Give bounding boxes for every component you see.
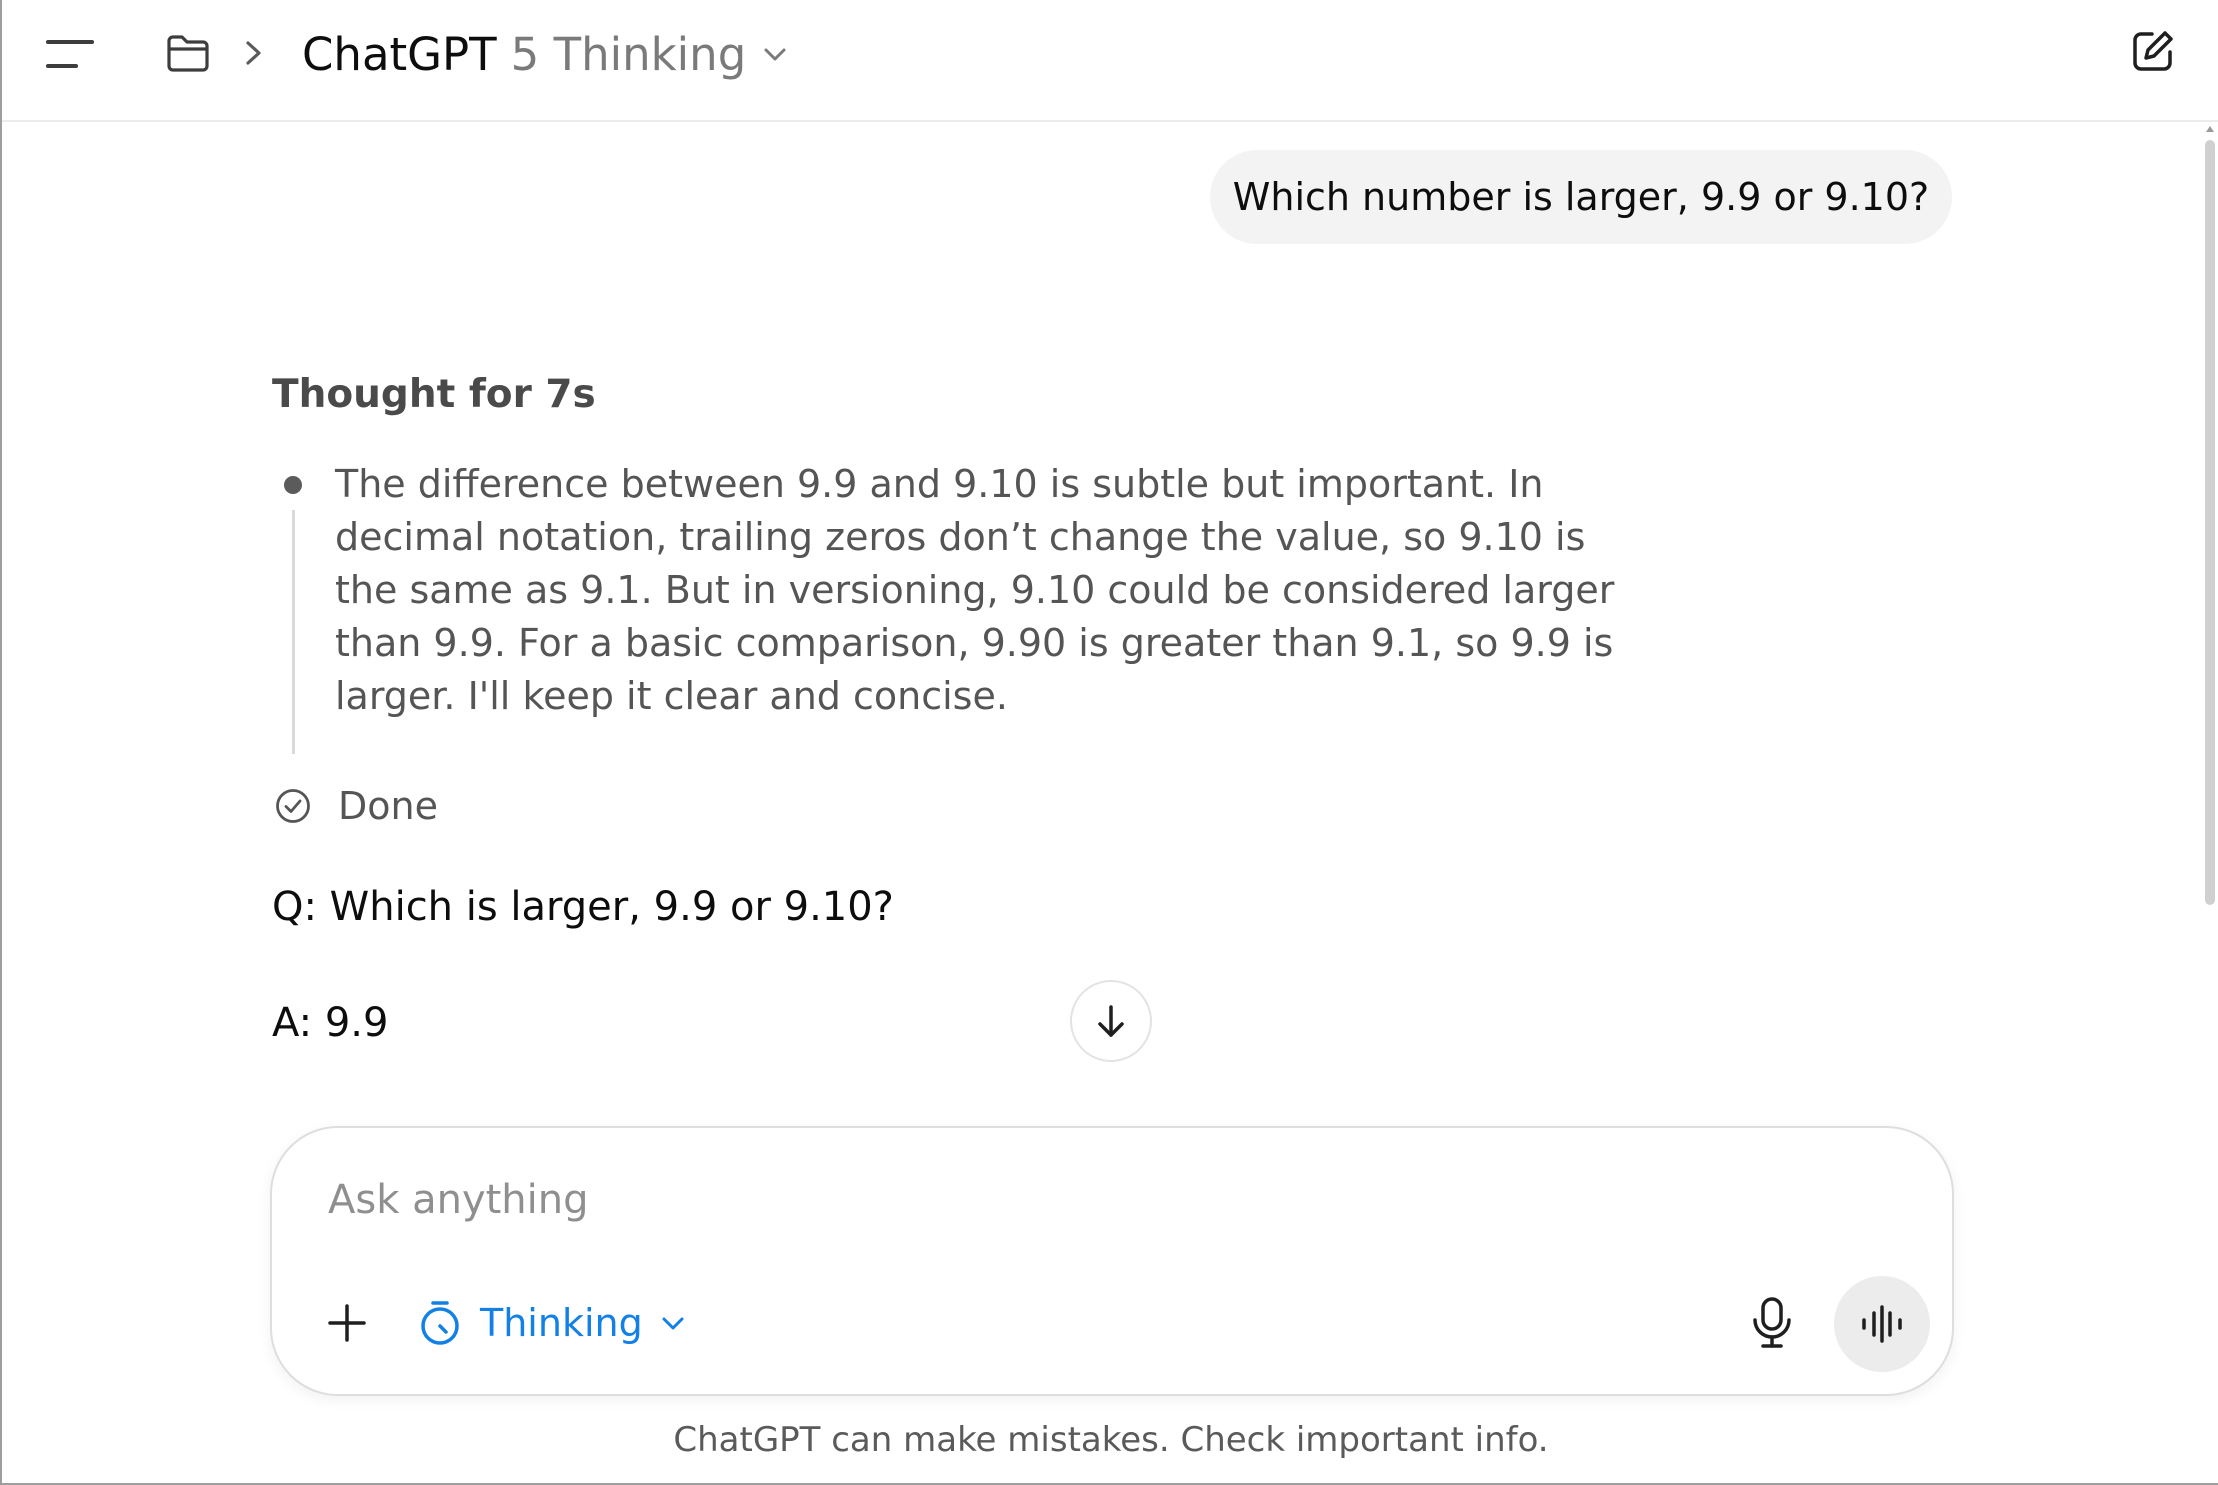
user-message-bubble: Which number is larger, 9.9 or 9.10? [1210,150,1952,244]
thought-done-row: Done [274,778,438,834]
scroll-up-arrow-icon[interactable] [2205,124,2215,134]
model-variant: 5 Thinking [510,27,747,81]
arrow-down-icon [1098,1005,1124,1037]
scroll-to-bottom-button[interactable] [1070,980,1152,1062]
app-window: ChatGPT 5 Thinking Which number is large… [0,0,2218,1485]
scrollbar-thumb[interactable] [2205,140,2215,905]
folder-icon[interactable] [164,32,212,74]
check-circle-icon [276,789,310,823]
voice-waveform-icon [1862,1305,1902,1343]
thinking-mode-label: Thinking [480,1301,643,1345]
chevron-right-icon [246,41,261,65]
user-message-text: Which number is larger, 9.9 or 9.10? [1232,175,1930,219]
model-selector[interactable]: ChatGPT 5 Thinking [302,22,790,86]
plus-icon[interactable] [322,1298,372,1348]
answer-result: A: 9.9 [272,1000,389,1046]
menu-icon[interactable] [44,34,96,74]
thought-header[interactable]: Thought for 7s [272,372,596,417]
composer: Thinking [270,1126,1954,1396]
voice-mode-button[interactable] [1834,1276,1930,1372]
timer-icon [421,1301,459,1345]
answer-question: Q: Which is larger, 9.9 or 9.10? [272,884,894,930]
thinking-mode-selector[interactable]: Thinking [416,1292,687,1354]
chevron-down-icon [764,48,786,61]
prompt-input[interactable] [328,1168,1828,1232]
thought-bullet [284,476,302,494]
thought-timeline [292,510,295,754]
model-name: ChatGPT [302,27,497,81]
edit-icon[interactable] [2130,28,2176,74]
disclaimer-text: ChatGPT can make mistakes. Check importa… [673,1420,1549,1460]
microphone-icon[interactable] [1748,1296,1796,1350]
chevron-down-icon [662,1317,684,1330]
done-label: Done [338,784,438,828]
thought-text: The difference between 9.9 and 9.10 is s… [335,462,1615,718]
top-bar: ChatGPT 5 Thinking [2,0,2218,122]
